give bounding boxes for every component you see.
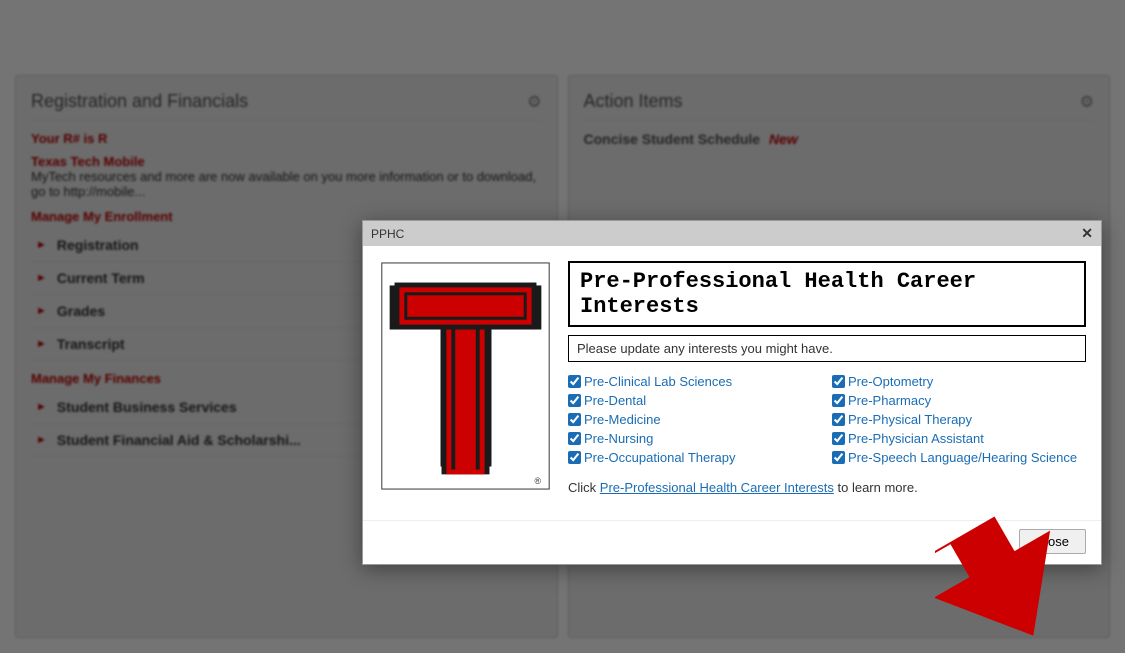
checkbox-pre-optometry-input[interactable] bbox=[832, 375, 845, 388]
checkbox-pre-physician-assistant-input[interactable] bbox=[832, 432, 845, 445]
checkbox-pre-medicine-input[interactable] bbox=[568, 413, 581, 426]
checkbox-pre-occupational-label: Pre-Occupational Therapy bbox=[584, 450, 736, 465]
modal-close-x-button[interactable]: ✕ bbox=[1081, 225, 1093, 242]
footer-text-after: to learn more. bbox=[834, 480, 918, 495]
checkboxes-grid: Pre-Clinical Lab Sciences Pre-Optometry … bbox=[568, 374, 1086, 465]
checkbox-pre-speech-label: Pre-Speech Language/Hearing Science bbox=[848, 450, 1077, 465]
checkbox-pre-physical-therapy[interactable]: Pre-Physical Therapy bbox=[832, 412, 1086, 427]
modal-body: ® Pre-Professional Health Career Interes… bbox=[363, 246, 1101, 520]
checkbox-pre-speech-input[interactable] bbox=[832, 451, 845, 464]
footer-link[interactable]: Pre-Professional Health Career Interests bbox=[600, 480, 834, 495]
checkbox-pre-dental-label: Pre-Dental bbox=[584, 393, 646, 408]
checkbox-pre-nursing-label: Pre-Nursing bbox=[584, 431, 653, 446]
checkbox-pre-pharmacy-input[interactable] bbox=[832, 394, 845, 407]
checkbox-pre-dental[interactable]: Pre-Dental bbox=[568, 393, 822, 408]
svg-text:®: ® bbox=[535, 476, 542, 486]
modal-right-content: Pre-Professional Health Career Interests… bbox=[568, 261, 1086, 505]
modal-title: Pre-Professional Health Career Interests bbox=[568, 261, 1086, 327]
checkbox-pre-pharmacy-label: Pre-Pharmacy bbox=[848, 393, 931, 408]
checkbox-pre-speech[interactable]: Pre-Speech Language/Hearing Science bbox=[832, 450, 1086, 465]
checkbox-pre-physician-assistant[interactable]: Pre-Physician Assistant bbox=[832, 431, 1086, 446]
checkbox-pre-occupational-input[interactable] bbox=[568, 451, 581, 464]
checkbox-pre-occupational[interactable]: Pre-Occupational Therapy bbox=[568, 450, 822, 465]
checkbox-pre-clinical-input[interactable] bbox=[568, 375, 581, 388]
footer-text-before: Click bbox=[568, 480, 600, 495]
checkbox-pre-optometry-label: Pre-Optometry bbox=[848, 374, 933, 389]
modal-footer-text: Click Pre-Professional Health Career Int… bbox=[568, 480, 1086, 495]
ttu-logo: ® bbox=[378, 261, 553, 491]
checkbox-pre-dental-input[interactable] bbox=[568, 394, 581, 407]
checkbox-pre-medicine[interactable]: Pre-Medicine bbox=[568, 412, 822, 427]
checkbox-pre-nursing-input[interactable] bbox=[568, 432, 581, 445]
checkbox-pre-nursing[interactable]: Pre-Nursing bbox=[568, 431, 822, 446]
checkbox-pre-physical-therapy-label: Pre-Physical Therapy bbox=[848, 412, 972, 427]
modal-titlebar: PPHC ✕ bbox=[363, 221, 1101, 246]
checkbox-pre-optometry[interactable]: Pre-Optometry bbox=[832, 374, 1086, 389]
modal-subtitle: Please update any interests you might ha… bbox=[568, 335, 1086, 362]
checkbox-pre-pharmacy[interactable]: Pre-Pharmacy bbox=[832, 393, 1086, 408]
ttu-logo-container: ® bbox=[378, 261, 553, 505]
checkbox-pre-physician-assistant-label: Pre-Physician Assistant bbox=[848, 431, 984, 446]
checkbox-pre-medicine-label: Pre-Medicine bbox=[584, 412, 661, 427]
checkbox-pre-physical-therapy-input[interactable] bbox=[832, 413, 845, 426]
checkbox-pre-clinical[interactable]: Pre-Clinical Lab Sciences bbox=[568, 374, 822, 389]
checkbox-pre-clinical-label: Pre-Clinical Lab Sciences bbox=[584, 374, 732, 389]
modal-titlebar-text: PPHC bbox=[371, 227, 404, 241]
red-arrow bbox=[935, 513, 1065, 643]
